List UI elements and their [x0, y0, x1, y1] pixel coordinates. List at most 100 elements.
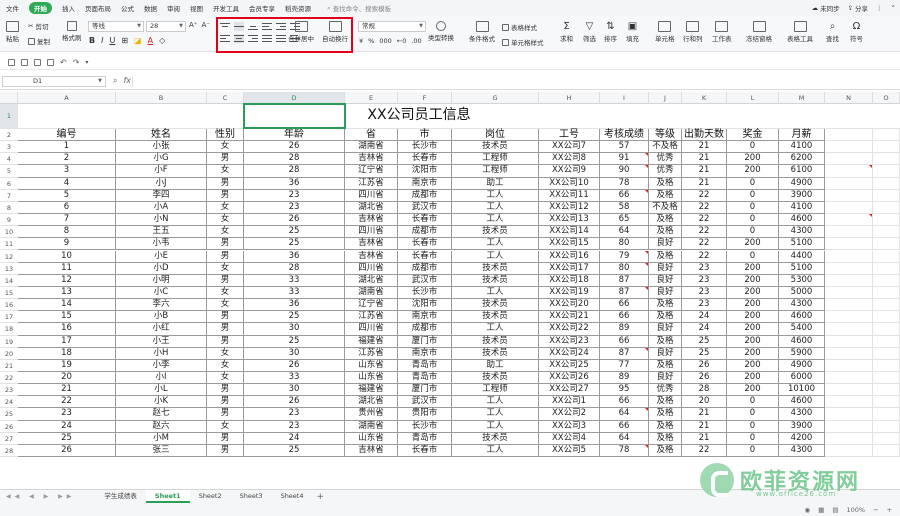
cell[interactable]: 30 — [244, 384, 345, 397]
cell[interactable]: 技术员 — [452, 347, 539, 360]
cell[interactable]: 200 — [727, 323, 779, 336]
cell[interactable]: 小G — [116, 153, 207, 166]
cell[interactable]: 贵州省 — [345, 408, 398, 421]
cell[interactable]: 助工 — [452, 359, 539, 372]
cell[interactable]: XX公司27 — [539, 384, 600, 397]
cell[interactable]: 200 — [727, 347, 779, 360]
cell[interactable]: 4300 — [779, 408, 825, 421]
cell[interactable]: 女 — [207, 226, 244, 239]
cell[interactable]: 小F — [116, 165, 207, 178]
cell[interactable]: 6100 — [779, 165, 825, 178]
cell[interactable]: XX公司20 — [539, 299, 600, 312]
cell[interactable]: 6200 — [779, 153, 825, 166]
cell[interactable]: 200 — [727, 311, 779, 324]
cell[interactable]: XX公司4 — [539, 432, 600, 445]
cell[interactable]: 0 — [727, 141, 779, 154]
cell[interactable]: 0 — [727, 201, 779, 215]
cell[interactable]: 23 — [244, 189, 345, 202]
cell[interactable] — [825, 165, 873, 178]
cell[interactable]: XX公司19 — [539, 286, 600, 300]
cell[interactable]: 33 — [244, 372, 345, 385]
cell[interactable]: 工人 — [452, 444, 539, 458]
cell[interactable]: 及格 — [649, 177, 682, 190]
cell[interactable]: 78 — [600, 177, 649, 190]
cell[interactable]: 不及格 — [649, 201, 682, 215]
cell[interactable] — [873, 396, 900, 409]
cell[interactable]: 21 — [682, 408, 727, 421]
cell[interactable]: 小王 — [116, 335, 207, 348]
cell[interactable]: XX公司9 — [539, 165, 600, 178]
cell[interactable]: 男 — [207, 274, 244, 287]
cell[interactable]: 吉林省 — [345, 214, 398, 227]
cell[interactable]: 南京市 — [398, 311, 452, 324]
cell[interactable]: XX公司15 — [539, 238, 600, 251]
symbol-button[interactable]: Ω 符号 — [850, 21, 863, 43]
row-header[interactable]: 23 — [0, 384, 18, 397]
cell[interactable]: 4600 — [779, 214, 825, 227]
cell[interactable]: 22 — [682, 201, 727, 215]
cell[interactable]: 成都市 — [398, 262, 452, 275]
cell[interactable] — [873, 153, 900, 166]
cell[interactable]: XX公司7 — [539, 141, 600, 154]
cell[interactable]: 17 — [18, 335, 116, 348]
cell[interactable]: 厦门市 — [398, 335, 452, 348]
cell[interactable] — [825, 384, 873, 397]
cell[interactable]: 10100 — [779, 384, 825, 397]
cell[interactable]: 技术员 — [452, 372, 539, 385]
cell[interactable]: 小N — [116, 214, 207, 227]
cell[interactable] — [825, 432, 873, 445]
cell[interactable]: 0 — [727, 214, 779, 227]
cell[interactable] — [873, 384, 900, 397]
column-header-M[interactable]: M — [779, 92, 825, 104]
cell[interactable]: 辽宁省 — [345, 165, 398, 178]
comment-indicator[interactable] — [645, 444, 648, 448]
cell[interactable]: 女 — [207, 347, 244, 360]
cell[interactable]: 26 — [244, 214, 345, 227]
cell[interactable]: 四川省 — [345, 262, 398, 275]
cell[interactable]: 57 — [600, 141, 649, 154]
cell[interactable]: 姓名 — [116, 129, 207, 142]
cell[interactable] — [825, 323, 873, 336]
cell[interactable]: 技术员 — [452, 262, 539, 275]
cell[interactable]: 小I — [116, 372, 207, 385]
cell[interactable]: 25 — [244, 311, 345, 324]
row-header[interactable]: 16 — [0, 299, 18, 312]
cell[interactable]: 四川省 — [345, 226, 398, 239]
cell[interactable]: 21 — [682, 165, 727, 178]
cell[interactable]: 江苏省 — [345, 311, 398, 324]
cloud-sync-icon[interactable]: ☁ 未同步 — [812, 3, 840, 13]
cell[interactable]: 等级 — [649, 129, 682, 142]
cell[interactable]: 湖北省 — [345, 201, 398, 215]
sheet-tab[interactable]: Sheet2 — [190, 490, 231, 503]
cell[interactable]: 及格 — [649, 250, 682, 263]
cell[interactable]: 9 — [18, 238, 116, 251]
cell[interactable]: 性别 — [207, 129, 244, 142]
cell[interactable]: 2 — [18, 153, 116, 166]
cell[interactable]: 25 — [18, 432, 116, 445]
row-col-button[interactable]: 行和列 — [683, 21, 703, 43]
cell[interactable] — [873, 238, 900, 251]
cell[interactable]: XX公司8 — [539, 153, 600, 166]
cell[interactable]: XX公司18 — [539, 274, 600, 287]
cell[interactable]: 及格 — [649, 214, 682, 227]
cell[interactable]: 工人 — [452, 286, 539, 300]
cell[interactable]: 小L — [116, 384, 207, 397]
cell[interactable]: 工程师 — [452, 384, 539, 397]
cell[interactable] — [873, 165, 900, 178]
cell[interactable]: 工程师 — [452, 153, 539, 166]
clear-format-icon[interactable]: ◇ — [159, 36, 165, 45]
cell[interactable]: XX公司13 — [539, 214, 600, 227]
cell[interactable]: 0 — [727, 444, 779, 458]
cell[interactable] — [825, 444, 873, 458]
cell-style-button[interactable]: 单元格样式 — [502, 37, 544, 47]
cell[interactable]: 赵七 — [116, 408, 207, 421]
cell[interactable] — [873, 141, 900, 154]
cell[interactable]: 26 — [18, 444, 116, 458]
cell[interactable]: 3900 — [779, 189, 825, 202]
cell[interactable]: 87 — [600, 347, 649, 360]
cell[interactable]: 男 — [207, 323, 244, 336]
cell[interactable] — [873, 201, 900, 215]
cell[interactable] — [873, 189, 900, 202]
cell[interactable] — [873, 214, 900, 227]
cell[interactable]: 湖南省 — [345, 420, 398, 433]
